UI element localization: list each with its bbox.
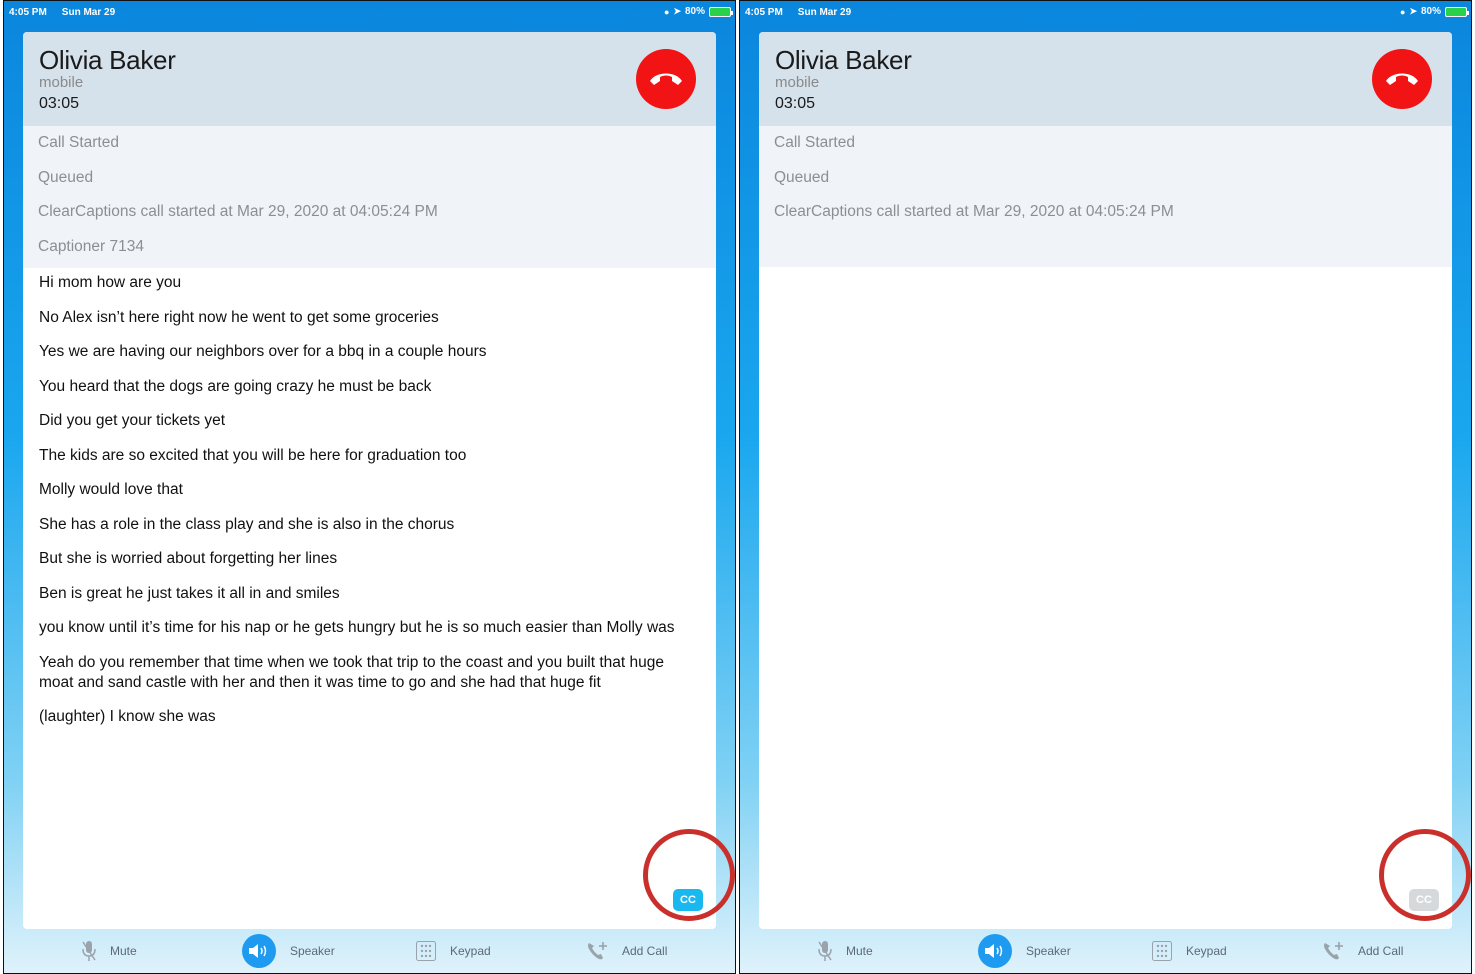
speaker-button[interactable]: Speaker: [242, 933, 335, 968]
system-messages: Call Started Queued ClearCaptions call s…: [23, 126, 716, 268]
system-line: Call Started: [38, 134, 119, 151]
closed-captions-toggle[interactable]: CC: [673, 889, 703, 911]
add-call-icon: [1322, 941, 1344, 961]
caption-line: Molly would love that: [39, 481, 183, 498]
phone-hangup-icon: [650, 73, 682, 85]
keypad-icon: [416, 940, 436, 961]
hang-up-button[interactable]: [1372, 49, 1432, 109]
keypad-button[interactable]: Keypad: [1152, 940, 1227, 961]
battery-icon: [709, 6, 733, 17]
speaker-label: Speaker: [290, 943, 335, 958]
system-line: Queued: [38, 168, 94, 186]
hang-up-button[interactable]: [636, 49, 696, 109]
call-timer: 03:05: [775, 95, 816, 112]
system-line: ClearCaptions call started at Mar 29, 20…: [38, 203, 438, 220]
caption-line: But she is worried about forgetting her …: [39, 550, 338, 567]
phone-hangup-icon: [1386, 73, 1418, 85]
caller-phone-type: mobile: [39, 74, 84, 91]
status-date: Sun Mar 29: [61, 6, 116, 18]
system-line: Captioner 7134: [38, 237, 144, 255]
caption-line: Did you get your tickets yet: [39, 412, 226, 429]
wifi-icon: ●: [664, 6, 670, 17]
battery-percent: 80%: [684, 6, 705, 17]
caller-phone-type: mobile: [775, 74, 820, 91]
speaker-icon: [978, 933, 1012, 968]
call-header: Olivia Baker mobile 03:05: [759, 32, 1452, 126]
speaker-label: Speaker: [1026, 943, 1071, 958]
speaker-icon: [242, 933, 276, 968]
call-card: Olivia Baker mobile 03:05 Call Started Q…: [759, 32, 1452, 929]
call-card: Olivia Baker mobile 03:05 Call Started Q…: [23, 32, 716, 929]
keypad-label: Keypad: [450, 943, 491, 958]
caption-line: No Alex isn’t here right now he went to …: [39, 308, 439, 326]
keypad-label: Keypad: [1186, 943, 1227, 958]
keypad-icon: [1152, 940, 1172, 961]
call-toolbar: Mute Speaker Keypad Add Call: [4, 928, 735, 973]
caption-line: Yeah do you remember that time when we t…: [39, 653, 664, 691]
caption-line: Ben is great he just takes it all in and…: [39, 584, 340, 602]
call-toolbar: Mute Speaker Keypad Add Call: [740, 928, 1471, 973]
caption-line: She has a role in the class play and she…: [39, 515, 455, 533]
add-call-icon: [586, 941, 608, 961]
status-bar: 4:05 PM Sun Mar 29 ● ➤ 80%: [4, 1, 735, 23]
add-call-button[interactable]: Add Call: [586, 941, 667, 961]
mute-button[interactable]: Mute: [82, 940, 137, 962]
status-bar: 4:05 PM Sun Mar 29 ● ➤ 80%: [740, 1, 1471, 23]
system-line: Call Started: [774, 134, 855, 151]
caption-line: The kids are so excited that you will be…: [39, 446, 467, 464]
left-screen: 4:05 PM Sun Mar 29 ● ➤ 80% Olivia Baker …: [3, 0, 736, 974]
call-header: Olivia Baker mobile 03:05: [23, 32, 716, 126]
add-call-label: Add Call: [1358, 943, 1404, 958]
location-icon: ➤: [673, 6, 681, 16]
call-timer: 03:05: [39, 95, 80, 112]
wifi-icon: ●: [1400, 6, 1406, 17]
system-messages: Call Started Queued ClearCaptions call s…: [759, 126, 1452, 267]
status-indicators: ● ➤ 80%: [664, 6, 733, 17]
caption-transcript: Hi mom how are you No Alex isn’t here ri…: [23, 268, 716, 727]
system-line: ClearCaptions call started at Mar 29, 20…: [774, 203, 1174, 220]
mute-label: Mute: [846, 943, 873, 958]
caption-line: You heard that the dogs are going crazy …: [39, 377, 432, 395]
status-time: 4:05 PM: [745, 6, 783, 18]
microphone-icon: [82, 940, 96, 962]
closed-captions-toggle[interactable]: CC: [1409, 889, 1439, 911]
caption-line: (laughter) I know she was: [39, 708, 216, 725]
status-time: 4:05 PM: [9, 6, 47, 18]
mute-button[interactable]: Mute: [818, 940, 873, 962]
battery-percent: 80%: [1420, 6, 1441, 17]
microphone-icon: [818, 940, 832, 962]
mute-label: Mute: [110, 943, 137, 958]
caption-line: you know until it’s time for his nap or …: [39, 619, 675, 636]
status-indicators: ● ➤ 80%: [1400, 6, 1469, 17]
right-screen: 4:05 PM Sun Mar 29 ● ➤ 80% Olivia Baker …: [739, 0, 1472, 974]
status-date: Sun Mar 29: [797, 6, 852, 18]
speaker-button[interactable]: Speaker: [978, 933, 1071, 968]
keypad-button[interactable]: Keypad: [416, 940, 491, 961]
caption-line: Hi mom how are you: [39, 274, 182, 291]
location-icon: ➤: [1409, 6, 1417, 16]
system-line: Queued: [774, 168, 830, 186]
add-call-label: Add Call: [622, 943, 668, 958]
caller-name: Olivia Baker: [39, 45, 176, 75]
caller-name: Olivia Baker: [775, 45, 912, 75]
battery-icon: [1445, 6, 1469, 17]
caption-line: Yes we are having our neighbors over for…: [39, 343, 487, 360]
add-call-button[interactable]: Add Call: [1322, 941, 1403, 961]
